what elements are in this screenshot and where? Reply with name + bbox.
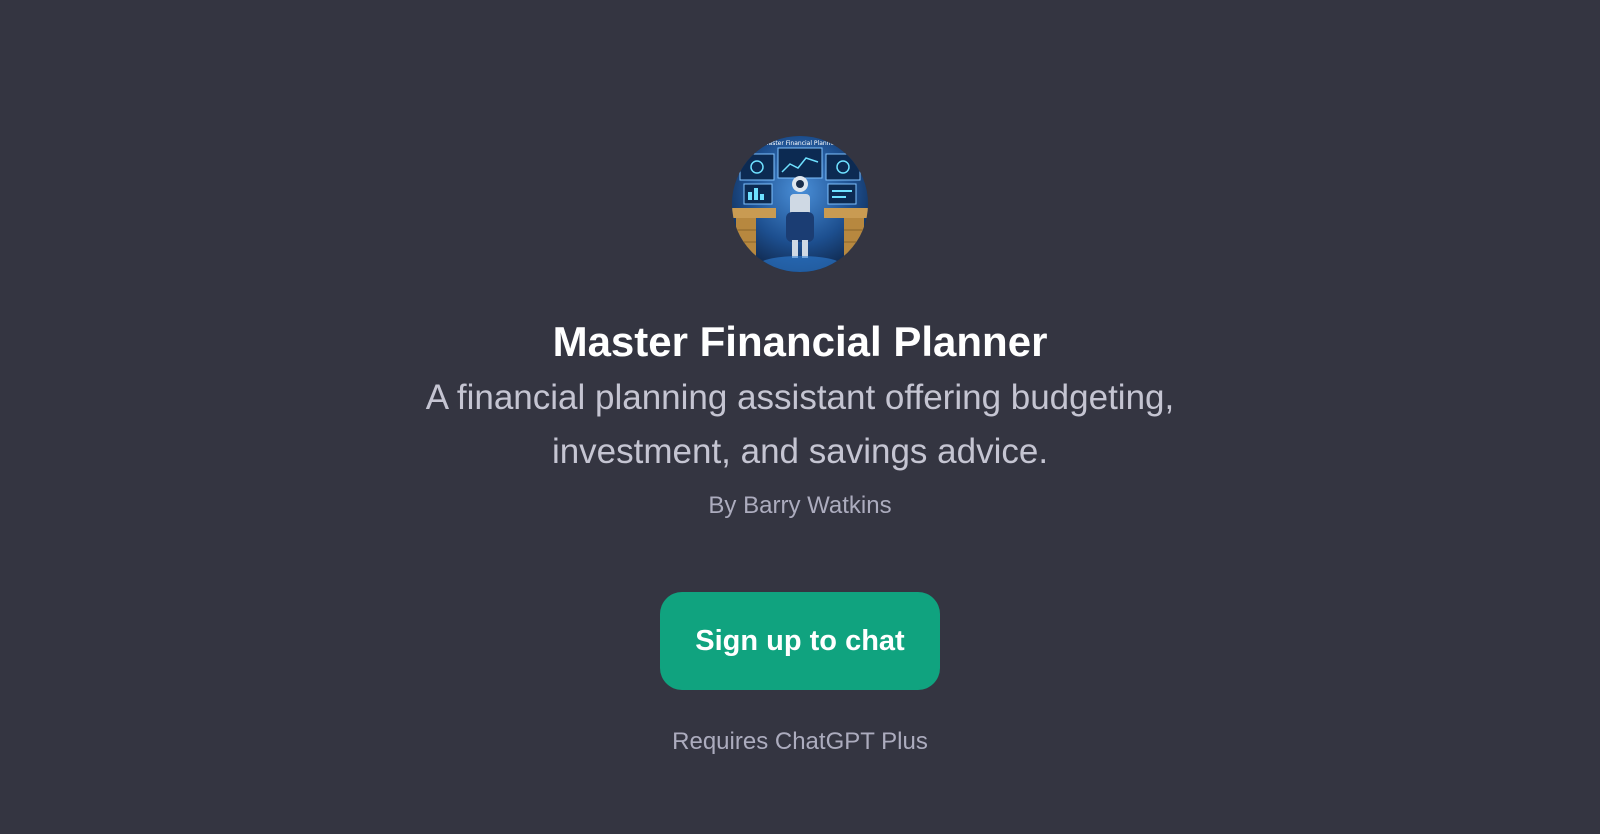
gpt-avatar: Master Financial Planner xyxy=(732,136,868,272)
gpt-author: By Barry Watkins xyxy=(708,492,892,519)
svg-text:Master Financial Planner: Master Financial Planner xyxy=(763,140,837,147)
gpt-title: Master Financial Planner xyxy=(552,318,1048,365)
plus-requirement-note: Requires ChatGPT Plus xyxy=(672,728,928,755)
robot-avatar-icon: Master Financial Planner xyxy=(732,136,868,272)
sign-up-to-chat-button[interactable]: Sign up to chat xyxy=(660,592,940,690)
gpt-profile-page: Master Financial Planner Master Financia… xyxy=(0,0,1600,834)
gpt-description: A financial planning assistant offering … xyxy=(425,378,1175,471)
